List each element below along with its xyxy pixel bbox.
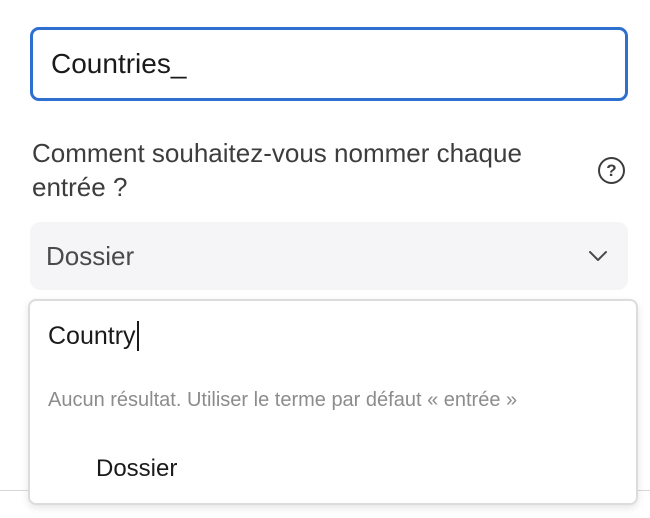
naming-form: Countries_ Comment souhaitez-vous nommer… [0, 0, 650, 518]
entry-naming-question: Comment souhaitez-vous nommer chaque ent… [32, 138, 522, 202]
dropdown-search-value: Country [48, 321, 136, 350]
no-result-message: Aucun résultat. Utiliser le terme par dé… [48, 389, 518, 411]
text-caret [136, 321, 139, 351]
entry-name-select[interactable]: Dossier [30, 222, 628, 290]
chevron-down-icon [589, 251, 607, 261]
dropdown-option-dossier[interactable]: Dossier [96, 455, 177, 483]
collection-name-value: Countries_ [51, 48, 187, 79]
dropdown-search-input[interactable]: Country [48, 319, 139, 353]
entry-name-selected-value: Dossier [46, 240, 135, 271]
entry-name-dropdown: Country Aucun résultat. Utiliser le term… [28, 299, 638, 505]
collection-name-input[interactable]: Countries_ [30, 27, 628, 101]
question-circle-icon[interactable]: ? [598, 157, 625, 184]
